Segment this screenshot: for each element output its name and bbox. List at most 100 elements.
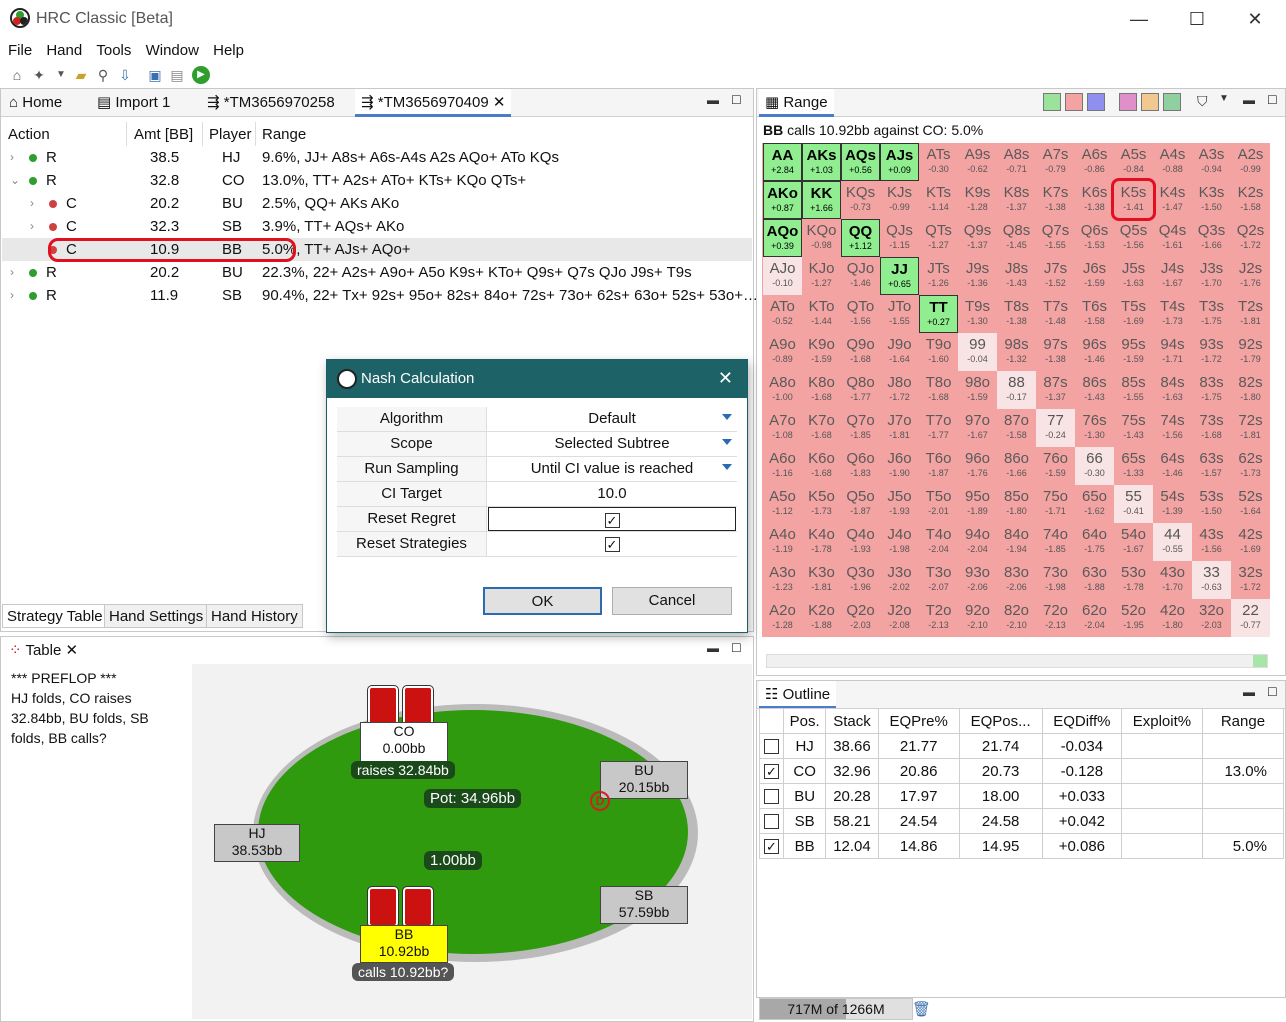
hand-cell-t3o[interactable]: T3o -2.07 bbox=[919, 561, 958, 599]
tab-hand-settings[interactable]: Hand Settings bbox=[104, 604, 209, 628]
hand-cell-qjo[interactable]: QJo -1.46 bbox=[841, 257, 880, 295]
checkbox-icon[interactable]: ✓ bbox=[764, 764, 779, 780]
header-eqpre[interactable]: EQPre% bbox=[877, 708, 960, 734]
ok-button[interactable]: OK bbox=[483, 587, 602, 615]
chevron-down-icon[interactable]: ▼ bbox=[1219, 93, 1229, 104]
minimize-panel-icon[interactable]: ▬ bbox=[707, 93, 719, 107]
minimize-button[interactable]: — bbox=[1116, 4, 1162, 34]
hand-cell-a4o[interactable]: A4o -1.19 bbox=[763, 523, 802, 561]
hand-cell-aks[interactable]: AKs +1.03 bbox=[802, 143, 841, 181]
save-all-icon[interactable]: ▤ bbox=[168, 66, 186, 84]
hand-cell-83s[interactable]: 83s -1.75 bbox=[1192, 371, 1231, 409]
hand-cell-k5o[interactable]: K5o -1.73 bbox=[802, 485, 841, 523]
strategy-row[interactable]: › R 38.5 HJ 9.6%, JJ+ A8s+ A6s-A4s A2s AQo+ … bbox=[2, 146, 752, 169]
ci-target-input[interactable]: 10.0 bbox=[488, 482, 736, 506]
outline-row[interactable]: HJ 38.66 21.77 21.74 -0.034 bbox=[759, 733, 1285, 759]
hand-cell-t3s[interactable]: T3s -1.75 bbox=[1192, 295, 1231, 333]
filter-icon[interactable]: ⛉ bbox=[1197, 93, 1208, 110]
hand-cell-t4o[interactable]: T4o -2.04 bbox=[919, 523, 958, 561]
hand-cell-k6s[interactable]: K6s -1.38 bbox=[1075, 181, 1114, 219]
column-header-action[interactable]: Action bbox=[8, 126, 50, 143]
hand-cell-43o[interactable]: 43o -1.70 bbox=[1153, 561, 1192, 599]
close-window-button[interactable]: ✕ bbox=[1232, 4, 1278, 34]
hand-cell-kk[interactable]: KK +1.66 bbox=[802, 181, 841, 219]
hand-cell-55[interactable]: 55 -0.41 bbox=[1114, 485, 1153, 523]
layout-view-icon[interactable] bbox=[1043, 93, 1061, 111]
hand-cell-t9o[interactable]: T9o -1.60 bbox=[919, 333, 958, 371]
maximize-outline-icon[interactable]: ☐ bbox=[1267, 685, 1278, 699]
tab-range[interactable]: ▦ Range bbox=[759, 89, 834, 117]
strategy-row[interactable]: › R 11.9 SB 90.4%, 22+ Tx+ 92s+ 95o+ 82s+ 84… bbox=[2, 284, 758, 307]
scope-select[interactable]: Selected Subtree bbox=[488, 432, 736, 456]
hand-cell-j7s[interactable]: J7s -1.52 bbox=[1036, 257, 1075, 295]
hand-cell-86o[interactable]: 86o -1.66 bbox=[997, 447, 1036, 485]
hand-cell-a5o[interactable]: A5o -1.12 bbox=[763, 485, 802, 523]
hand-cell-92o[interactable]: 92o -2.10 bbox=[958, 599, 997, 637]
header-pos[interactable]: Pos. bbox=[782, 708, 827, 734]
strategy-row[interactable]: › C 32.3 SB 3.9%, TT+ AQs+ AKo bbox=[2, 215, 752, 238]
row-checkbox[interactable] bbox=[759, 808, 784, 834]
hand-cell-52o[interactable]: 52o -1.95 bbox=[1114, 599, 1153, 637]
dropdown-arrow-icon[interactable] bbox=[722, 464, 732, 470]
minimize-outline-icon[interactable]: ▬ bbox=[1243, 685, 1255, 699]
hand-cell-a4s[interactable]: A4s -0.88 bbox=[1153, 143, 1192, 181]
hand-cell-aa[interactable]: AA +2.84 bbox=[763, 143, 802, 181]
hand-cell-jj[interactable]: JJ +0.65 bbox=[880, 257, 919, 295]
hand-cell-ako[interactable]: AKo +0.87 bbox=[763, 181, 802, 219]
tab-tm-258[interactable]: ⇶ *TM3656970258 bbox=[201, 89, 341, 117]
trash-icon[interactable]: 🗑 bbox=[912, 1000, 931, 1018]
header-eqdiff[interactable]: EQDiff% bbox=[1041, 708, 1123, 734]
range-scrollbar[interactable] bbox=[766, 654, 1268, 668]
expand-caret-icon[interactable]: › bbox=[10, 146, 14, 169]
hand-cell-a6o[interactable]: A6o -1.16 bbox=[763, 447, 802, 485]
hand-cell-qto[interactable]: QTo -1.56 bbox=[841, 295, 880, 333]
hand-cell-62s[interactable]: 62s -1.73 bbox=[1231, 447, 1270, 485]
hand-cell-54o[interactable]: 54o -1.67 bbox=[1114, 523, 1153, 561]
hand-cell-kqs[interactable]: KQs -0.73 bbox=[841, 181, 880, 219]
hand-cell-75o[interactable]: 75o -1.71 bbox=[1036, 485, 1075, 523]
hand-cell-t2s[interactable]: T2s -1.81 bbox=[1231, 295, 1270, 333]
hand-cell-k4o[interactable]: K4o -1.78 bbox=[802, 523, 841, 561]
hand-cell-t9s[interactable]: T9s -1.30 bbox=[958, 295, 997, 333]
header-stack[interactable]: Stack bbox=[825, 708, 879, 734]
hand-cell-k2s[interactable]: K2s -1.58 bbox=[1231, 181, 1270, 219]
hand-cell-t4s[interactable]: T4s -1.73 bbox=[1153, 295, 1192, 333]
hand-cell-t7o[interactable]: T7o -1.77 bbox=[919, 409, 958, 447]
hand-cell-44[interactable]: 44 -0.55 bbox=[1153, 523, 1192, 561]
hand-cell-j9s[interactable]: J9s -1.36 bbox=[958, 257, 997, 295]
hand-cell-q9s[interactable]: Q9s -1.37 bbox=[958, 219, 997, 257]
table-view-icon[interactable] bbox=[1163, 93, 1181, 111]
hand-cell-t6o[interactable]: T6o -1.87 bbox=[919, 447, 958, 485]
hand-cell-a8s[interactable]: A8s -0.71 bbox=[997, 143, 1036, 181]
seat-sb[interactable]: SB 57.59bb bbox=[600, 886, 688, 924]
hand-cell-k4s[interactable]: K4s -1.47 bbox=[1153, 181, 1192, 219]
hand-cell-a7o[interactable]: A7o -1.08 bbox=[763, 409, 802, 447]
hand-cell-k9s[interactable]: K9s -1.28 bbox=[958, 181, 997, 219]
hand-cell-33[interactable]: 33 -0.63 bbox=[1192, 561, 1231, 599]
hand-cell-97s[interactable]: 97s -1.38 bbox=[1036, 333, 1075, 371]
run-sampling-select[interactable]: Until CI value is reached bbox=[488, 457, 736, 481]
hand-cell-k7o[interactable]: K7o -1.68 bbox=[802, 409, 841, 447]
hand-cell-83o[interactable]: 83o -2.06 bbox=[997, 561, 1036, 599]
minimize-range-panel-icon[interactable]: ▬ bbox=[1243, 93, 1255, 107]
hand-cell-a5s[interactable]: A5s -0.84 bbox=[1114, 143, 1153, 181]
hand-cell-32o[interactable]: 32o -2.03 bbox=[1192, 599, 1231, 637]
hand-cell-k7s[interactable]: K7s -1.38 bbox=[1036, 181, 1075, 219]
header-eqpost[interactable]: EQPos... bbox=[958, 708, 1043, 734]
hand-cell-53s[interactable]: 53s -1.50 bbox=[1192, 485, 1231, 523]
hand-cell-q3o[interactable]: Q3o -1.96 bbox=[841, 561, 880, 599]
hand-cell-kqo[interactable]: KQo -0.98 bbox=[802, 219, 841, 257]
hand-cell-54s[interactable]: 54s -1.39 bbox=[1153, 485, 1192, 523]
import-icon[interactable]: ⇩ bbox=[116, 66, 134, 84]
hand-cell-k9o[interactable]: K9o -1.59 bbox=[802, 333, 841, 371]
hand-cell-t6s[interactable]: T6s -1.58 bbox=[1075, 295, 1114, 333]
hand-cell-65s[interactable]: 65s -1.33 bbox=[1114, 447, 1153, 485]
hand-cell-j7o[interactable]: J7o -1.81 bbox=[880, 409, 919, 447]
hand-cell-jts[interactable]: JTs -1.26 bbox=[919, 257, 958, 295]
hand-cell-a3s[interactable]: A3s -0.94 bbox=[1192, 143, 1231, 181]
strategy-row[interactable]: › R 20.2 BU 22.3%, 22+ A2s+ A9o+ A5o K9s+ KT… bbox=[2, 261, 752, 284]
hand-cell-93o[interactable]: 93o -2.06 bbox=[958, 561, 997, 599]
column-header-player[interactable]: Player bbox=[209, 126, 252, 143]
hand-cell-q8o[interactable]: Q8o -1.77 bbox=[841, 371, 880, 409]
hand-cell-q5s[interactable]: Q5s -1.56 bbox=[1114, 219, 1153, 257]
